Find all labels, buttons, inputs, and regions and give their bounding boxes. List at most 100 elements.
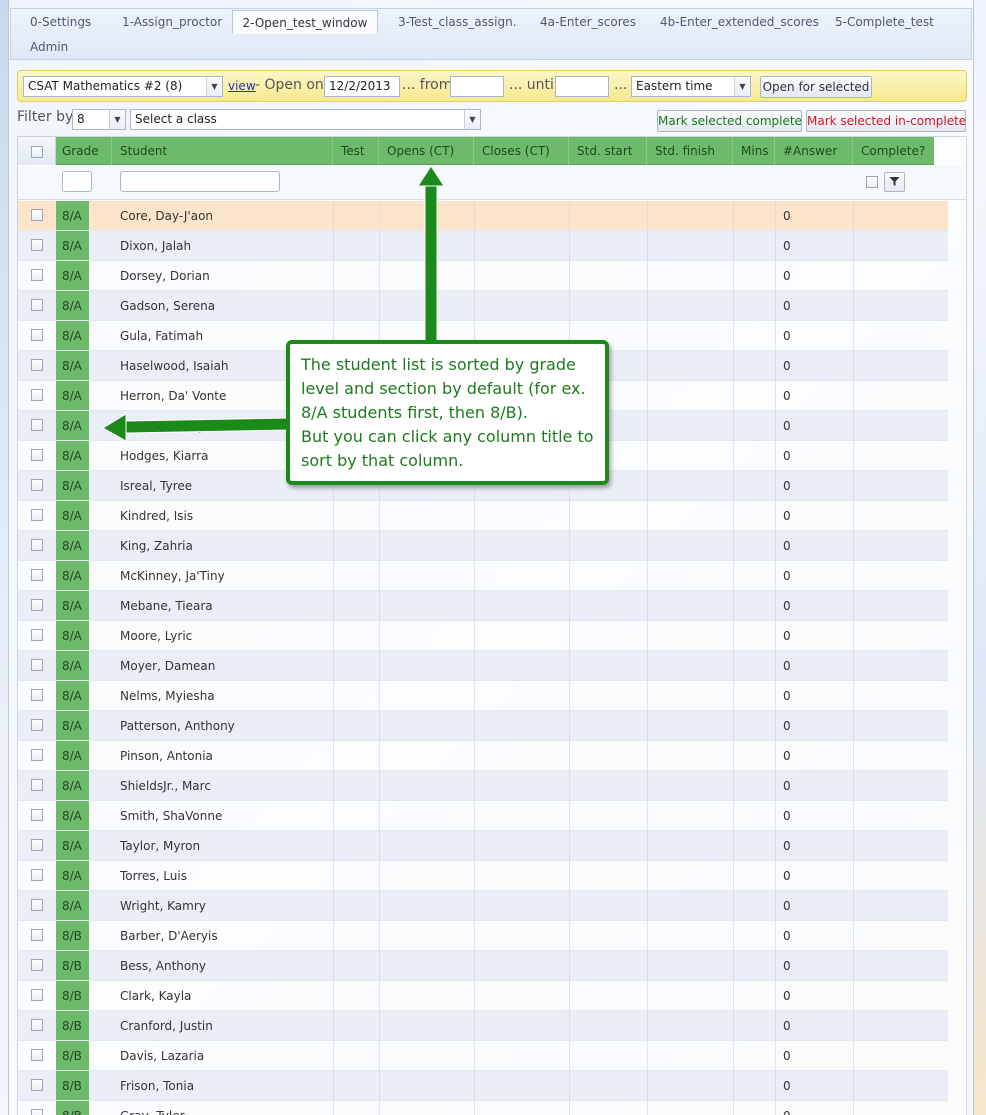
column-header-mins[interactable]: Mins (733, 137, 775, 165)
tab-enter-scores[interactable]: 4a-Enter_scores (540, 10, 636, 34)
column-header-opens[interactable]: Opens (CT) (379, 137, 474, 165)
student-cell: Haselwood, Isaiah (120, 359, 229, 373)
mark-incomplete-button[interactable]: Mark selected in-complete (806, 110, 966, 132)
row-checkbox[interactable] (31, 779, 43, 791)
row-checkbox[interactable] (31, 509, 43, 521)
table-row[interactable]: 8/B Clark, Kayla 0 (18, 981, 948, 1011)
row-checkbox[interactable] (31, 359, 43, 371)
class-filter-select[interactable]: Select a class ▼ (130, 109, 481, 130)
table-row[interactable]: 8/B Gray, Tyler 0 (18, 1101, 948, 1115)
row-checkbox[interactable] (31, 449, 43, 461)
answer-count-cell: 0 (783, 509, 791, 523)
column-header-grade[interactable]: Grade (56, 137, 112, 165)
table-row[interactable]: 8/B Frison, Tonia 0 (18, 1071, 948, 1101)
table-row[interactable]: 8/A Gadson, Serena 0 (18, 291, 948, 321)
row-checkbox[interactable] (31, 479, 43, 491)
table-row[interactable]: 8/A Core, Day-J'aon 0 (18, 201, 948, 231)
column-header-complete[interactable]: Complete? (853, 137, 934, 165)
callout-line: level and section by default (for ex. (301, 379, 586, 398)
row-checkbox[interactable] (31, 749, 43, 761)
row-checkbox[interactable] (31, 659, 43, 671)
grade-cell: 8/A (56, 561, 89, 590)
open-for-selected-button[interactable]: Open for selected (760, 76, 872, 98)
row-checkbox[interactable] (31, 1079, 43, 1091)
row-checkbox[interactable] (31, 389, 43, 401)
student-column-filter[interactable] (120, 171, 280, 192)
select-all-checkbox[interactable] (31, 146, 43, 158)
grade-cell: 8/A (56, 381, 89, 410)
tab-settings[interactable]: 0-Settings (30, 10, 91, 34)
row-checkbox[interactable] (31, 329, 43, 341)
table-row[interactable]: 8/B Bess, Anthony 0 (18, 951, 948, 981)
row-checkbox[interactable] (31, 209, 43, 221)
tab-assign-proctor[interactable]: 1-Assign_proctor (122, 10, 222, 34)
row-checkbox[interactable] (31, 719, 43, 731)
open-date-input[interactable]: 12/2/2013 (324, 76, 400, 97)
until-time-input[interactable] (555, 76, 609, 97)
table-row[interactable]: 8/A Dorsey, Dorian 0 (18, 261, 948, 291)
tab-enter-extended-scores[interactable]: 4b-Enter_extended_scores (660, 10, 819, 34)
complete-filter-checkbox[interactable] (866, 176, 878, 188)
row-checkbox[interactable] (31, 539, 43, 551)
table-row[interactable]: 8/A Patterson, Anthony 0 (18, 711, 948, 741)
row-checkbox[interactable] (31, 239, 43, 251)
table-row[interactable]: 8/A King, Zahria 0 (18, 531, 948, 561)
row-checkbox[interactable] (31, 899, 43, 911)
row-checkbox[interactable] (31, 1109, 43, 1115)
table-row[interactable]: 8/A Dixon, Jalah 0 (18, 231, 948, 261)
tab-admin[interactable]: Admin (30, 35, 68, 59)
column-header-std-finish[interactable]: Std. finish (647, 137, 733, 165)
row-checkbox[interactable] (31, 1019, 43, 1031)
row-checkbox[interactable] (31, 299, 43, 311)
row-checkbox[interactable] (31, 689, 43, 701)
row-checkbox[interactable] (31, 839, 43, 851)
table-row[interactable]: 8/A Taylor, Myron 0 (18, 831, 948, 861)
table-row[interactable]: 8/A Moyer, Damean 0 (18, 651, 948, 681)
column-header-closes[interactable]: Closes (CT) (474, 137, 569, 165)
tab-open-test-window[interactable]: 2-Open_test_window (232, 10, 378, 34)
row-checkbox[interactable] (31, 419, 43, 431)
table-row[interactable]: 8/B Cranford, Justin 0 (18, 1011, 948, 1041)
table-row[interactable]: 8/A Nelms, Myiesha 0 (18, 681, 948, 711)
row-checkbox[interactable] (31, 629, 43, 641)
timezone-select[interactable]: Eastern time ▼ (631, 76, 751, 97)
filter-icon[interactable] (884, 172, 905, 192)
mark-complete-button[interactable]: Mark selected complete (657, 110, 802, 132)
table-row[interactable]: 8/A Torres, Luis 0 (18, 861, 948, 891)
row-checkbox[interactable] (31, 569, 43, 581)
from-time-input[interactable] (450, 76, 504, 97)
column-header-answer[interactable]: #Answer (775, 137, 853, 165)
table-row[interactable]: 8/A Pinson, Antonia 0 (18, 741, 948, 771)
table-row[interactable]: 8/A Wright, Kamry 0 (18, 891, 948, 921)
grade-cell: 8/A (56, 231, 89, 260)
tab-complete-test[interactable]: 5-Complete_test (835, 10, 934, 34)
grade-filter-select[interactable]: 8 ▼ (72, 109, 126, 130)
grade-cell: 8/B (56, 951, 89, 980)
column-header-std-start[interactable]: Std. start (569, 137, 647, 165)
test-select[interactable]: CSAT Mathematics #2 (8) ▼ (23, 76, 223, 97)
table-row[interactable]: 8/A Mebane, Tieara 0 (18, 591, 948, 621)
table-row[interactable]: 8/A ShieldsJr., Marc 0 (18, 771, 948, 801)
student-cell: McKinney, Ja'Tiny (120, 569, 225, 583)
answer-count-cell: 0 (783, 809, 791, 823)
tab-test-class-assign[interactable]: 3-Test_class_assign. (398, 10, 517, 34)
table-row[interactable]: 8/A Moore, Lyric 0 (18, 621, 948, 651)
row-checkbox[interactable] (31, 599, 43, 611)
answer-count-cell: 0 (783, 1049, 791, 1063)
row-checkbox[interactable] (31, 929, 43, 941)
row-checkbox[interactable] (31, 809, 43, 821)
grade-column-filter[interactable] (62, 171, 92, 192)
table-row[interactable]: 8/B Barber, D'Aeryis 0 (18, 921, 948, 951)
column-header-test[interactable]: Test (333, 137, 379, 165)
table-row[interactable]: 8/A McKinney, Ja'Tiny 0 (18, 561, 948, 591)
view-link[interactable]: view (228, 79, 256, 93)
table-row[interactable]: 8/A Smith, ShaVonne 0 (18, 801, 948, 831)
row-checkbox[interactable] (31, 989, 43, 1001)
table-row[interactable]: 8/A Kindred, Isis 0 (18, 501, 948, 531)
row-checkbox[interactable] (31, 1049, 43, 1061)
row-checkbox[interactable] (31, 269, 43, 281)
table-row[interactable]: 8/B Davis, Lazaria 0 (18, 1041, 948, 1071)
row-checkbox[interactable] (31, 959, 43, 971)
row-checkbox[interactable] (31, 869, 43, 881)
column-header-student[interactable]: Student (112, 137, 333, 165)
